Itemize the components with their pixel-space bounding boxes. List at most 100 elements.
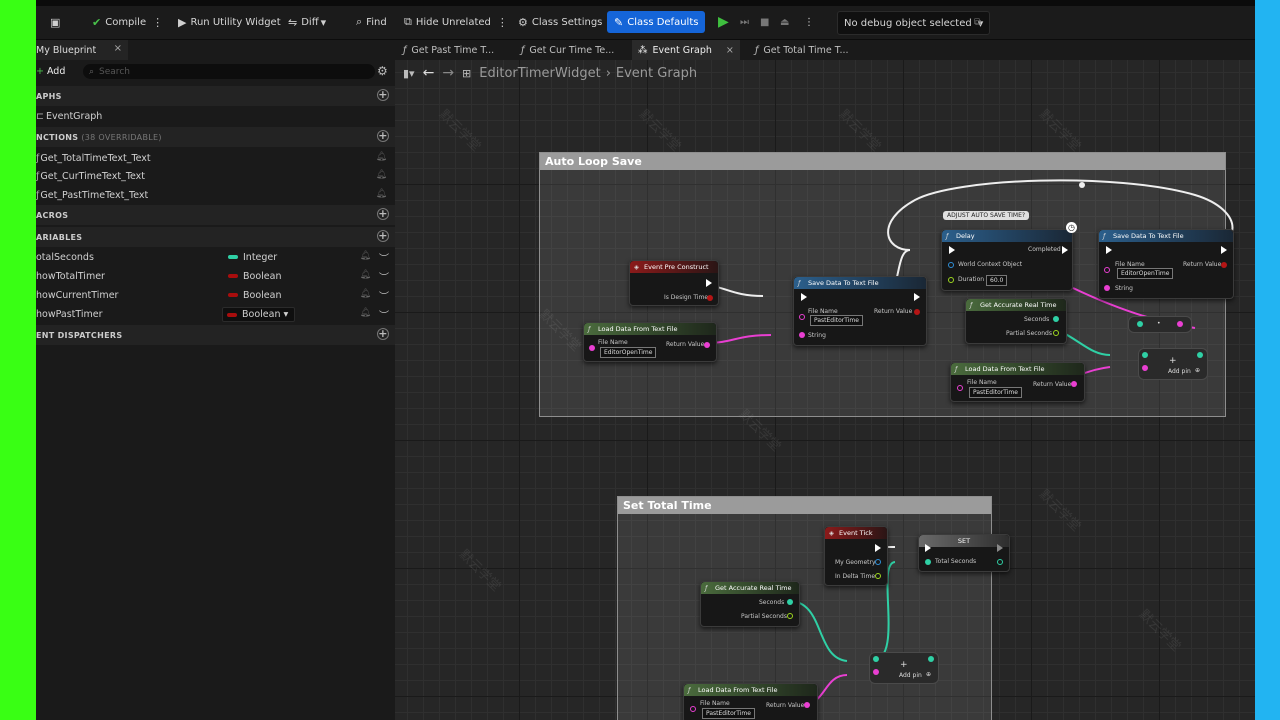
int-out-pin[interactable] (928, 656, 934, 662)
bool-out-pin[interactable] (1221, 262, 1227, 268)
section-variables[interactable]: ARIABLES + (36, 227, 395, 247)
bookmark-icon[interactable]: ▮▾ (403, 67, 415, 80)
string-in-pin[interactable] (1104, 267, 1110, 273)
bool-out-pin[interactable] (914, 309, 920, 315)
tab-get-cur-time[interactable]: ƒ Get Cur Time Te... (521, 40, 614, 60)
exec-out-pin[interactable] (706, 279, 712, 287)
function-item[interactable]: ƒ Get_TotalTimeText_Text 🔔︎ (36, 149, 395, 167)
function-item[interactable]: ƒ Get_PastTimeText_Text 🔔︎ (36, 186, 395, 204)
exec-out-pin[interactable] (875, 544, 881, 552)
visibility-eye-icon[interactable]: ︶ (379, 250, 389, 265)
file-name-field[interactable]: PastEditorTime (810, 315, 863, 326)
node-save-data-to-text-file[interactable]: ƒ Save Data To Text File File Name PastEd… (793, 276, 927, 346)
exec-out-pin[interactable] (914, 293, 920, 301)
graph-item-eventgraph[interactable]: ⊏ EventGraph (36, 107, 395, 125)
bool-out-pin[interactable] (707, 295, 713, 301)
variable-row[interactable]: otalSeconds Integer 🔔︎ ︶ (36, 248, 395, 266)
node-add[interactable]: + Add pin ⊕ (1138, 348, 1208, 380)
object-in-pin[interactable] (948, 262, 954, 268)
exec-out-pin[interactable] (1062, 246, 1068, 254)
string-in-pin[interactable] (799, 314, 805, 320)
node-add[interactable]: + Add pin ⊕ (869, 652, 939, 684)
add-pin-button[interactable]: Add pin (1168, 368, 1191, 375)
node-save-data-to-text-file[interactable]: ƒ Save Data To Text File File Name Editor… (1098, 229, 1234, 299)
file-name-field[interactable]: EditorOpenTime (1117, 268, 1174, 279)
string-out-pin[interactable] (1177, 321, 1183, 327)
visibility-eye-icon[interactable]: ︶ (379, 269, 389, 284)
node-load-data-from-text-file[interactable]: ƒ Load Data From Text File File Name Past… (683, 683, 818, 720)
exec-in-pin[interactable] (949, 246, 955, 254)
int-in-pin[interactable] (925, 559, 931, 565)
settings-gear-icon[interactable]: ⚙ (377, 64, 388, 78)
add-pin-icon[interactable]: ⊕ (1195, 367, 1200, 374)
string-in-pin[interactable] (690, 706, 696, 712)
exec-out-pin[interactable] (1221, 246, 1227, 254)
file-name-field[interactable]: PastEditorTime (702, 708, 755, 719)
save-icon[interactable]: ▣ (50, 11, 64, 33)
node-get-accurate-real-time[interactable]: ƒ Get Accurate Real Time Seconds Partial … (965, 298, 1067, 344)
node-load-data-from-text-file[interactable]: ƒ Load Data From Text File File Name Past… (950, 362, 1085, 402)
back-arrow-icon[interactable]: ← (423, 65, 435, 81)
add-variable-icon[interactable]: + (377, 230, 389, 242)
section-graphs[interactable]: APHS + (36, 86, 395, 106)
variable-type-select[interactable]: Boolean ▾ (222, 306, 296, 322)
int-out-pin[interactable] (1053, 316, 1059, 322)
debug-filter-icon[interactable]: ⧉ (974, 11, 981, 33)
close-icon[interactable]: × (726, 45, 734, 56)
debug-object-select[interactable]: No debug object selected ▾ (837, 11, 991, 35)
add-graph-icon[interactable]: + (377, 89, 389, 101)
stop-button[interactable]: ■ (760, 11, 769, 33)
variable-row[interactable]: howPastTimer Boolean ▾ 🔔︎ ︶ (36, 305, 395, 323)
int-out-pin[interactable] (997, 559, 1003, 565)
search-input[interactable]: ⌕ Search (83, 64, 375, 79)
string-in-pin[interactable] (1104, 285, 1110, 291)
int-out-pin[interactable] (787, 599, 793, 605)
variable-row[interactable]: howTotalTimer Boolean 🔔︎ ︶ (36, 267, 395, 285)
file-name-field[interactable]: EditorOpenTime (600, 347, 657, 358)
my-blueprint-tab[interactable]: My Blueprint × (36, 40, 128, 60)
node-set-total-seconds[interactable]: SET Total Seconds (918, 534, 1010, 572)
exec-in-pin[interactable] (1106, 246, 1112, 254)
breadcrumb-graph[interactable]: Event Graph (616, 66, 697, 81)
tab-get-past-time[interactable]: ƒ Get Past Time T... (403, 40, 494, 60)
find-button[interactable]: ⌕ Find (356, 11, 387, 33)
comment-bubble[interactable]: ADJUST AUTO SAVE TIME? (943, 211, 1030, 220)
node-delay[interactable]: ƒ Delay Completed World Context Object Du… (941, 229, 1073, 291)
variable-row[interactable]: howCurrentTimer Boolean 🔔︎ ︶ (36, 286, 395, 304)
eject-button[interactable]: ⏏ (780, 11, 789, 33)
node-conversion[interactable]: • (1128, 316, 1192, 333)
int-out-pin[interactable] (1197, 352, 1203, 358)
visibility-eye-icon[interactable]: ︶ (379, 288, 389, 303)
event-graph-canvas[interactable]: ▮▾ ← → ⊞ EditorTimerWidget › Event Graph… (395, 60, 1255, 720)
function-item[interactable]: ƒ Get_CurTimeText_Text 🔔︎ (36, 167, 395, 185)
float-in-pin[interactable] (948, 277, 954, 283)
step-button[interactable]: ⏭ (740, 11, 749, 33)
node-get-accurate-real-time[interactable]: ƒ Get Accurate Real Time Seconds Partial … (700, 581, 800, 627)
float-out-pin[interactable] (1053, 330, 1059, 336)
diff-button[interactable]: ⇋ Diff ▾ (288, 11, 330, 33)
hide-unrelated-button[interactable]: ⧉ Hide Unrelated ⋮ (404, 11, 512, 33)
int-in-pin[interactable] (1137, 321, 1143, 327)
add-button[interactable]: + Add (36, 64, 65, 79)
string-out-pin[interactable] (804, 702, 810, 708)
exec-in-pin[interactable] (925, 544, 931, 552)
string-out-pin[interactable] (704, 342, 710, 348)
tab-get-total-time[interactable]: ƒ Get Total Time T... (755, 40, 849, 60)
node-load-data-from-text-file[interactable]: ƒ Load Data From Text File File Name Edit… (583, 322, 717, 362)
add-function-icon[interactable]: + (377, 130, 389, 142)
add-dispatcher-icon[interactable]: + (377, 328, 389, 340)
file-name-field[interactable]: PastEditorTime (969, 387, 1022, 398)
close-icon[interactable]: × (114, 43, 122, 54)
duration-field[interactable]: 60.0 (986, 275, 1008, 286)
section-macros[interactable]: ACROS + (36, 205, 395, 225)
compile-button[interactable]: ✔ Compile ⋮ (92, 11, 167, 33)
run-utility-widget-button[interactable]: ▶ Run Utility Widget (178, 11, 281, 33)
float-out-pin[interactable] (787, 613, 793, 619)
add-pin-icon[interactable]: ⊕ (926, 671, 931, 678)
breadcrumb-widget[interactable]: EditorTimerWidget (479, 66, 600, 81)
class-settings-button[interactable]: ⚙ Class Settings (518, 11, 602, 33)
play-options-button[interactable]: ⋮ (804, 11, 814, 33)
int-in-pin[interactable] (1142, 352, 1148, 358)
node-event-tick[interactable]: ◈ Event Tick My Geometry In Delta Time (824, 526, 888, 586)
class-defaults-button[interactable]: ✎ Class Defaults (607, 11, 706, 33)
